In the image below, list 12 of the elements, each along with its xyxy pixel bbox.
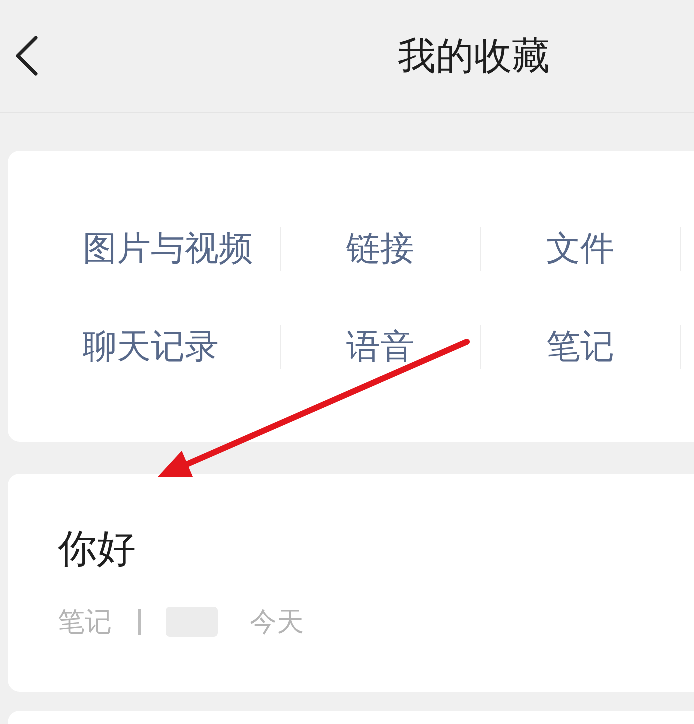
back-chevron-icon	[15, 36, 39, 76]
note-type: 笔记	[58, 608, 112, 636]
category-link[interactable]: 聊天记录	[83, 330, 219, 364]
category-link[interactable]: 链接	[346, 232, 414, 266]
page-title: 我的收藏	[398, 37, 550, 75]
category-link[interactable]: 语音	[346, 330, 414, 364]
category-link[interactable]: 笔记	[546, 330, 614, 364]
favorite-card[interactable]: 你好 笔记 今天	[8, 474, 694, 692]
note-title: 你好	[58, 530, 136, 569]
category-link[interactable]: 图片与视频	[83, 232, 253, 266]
category-link[interactable]: 文件	[546, 232, 614, 266]
note-date: 今天	[250, 608, 304, 636]
